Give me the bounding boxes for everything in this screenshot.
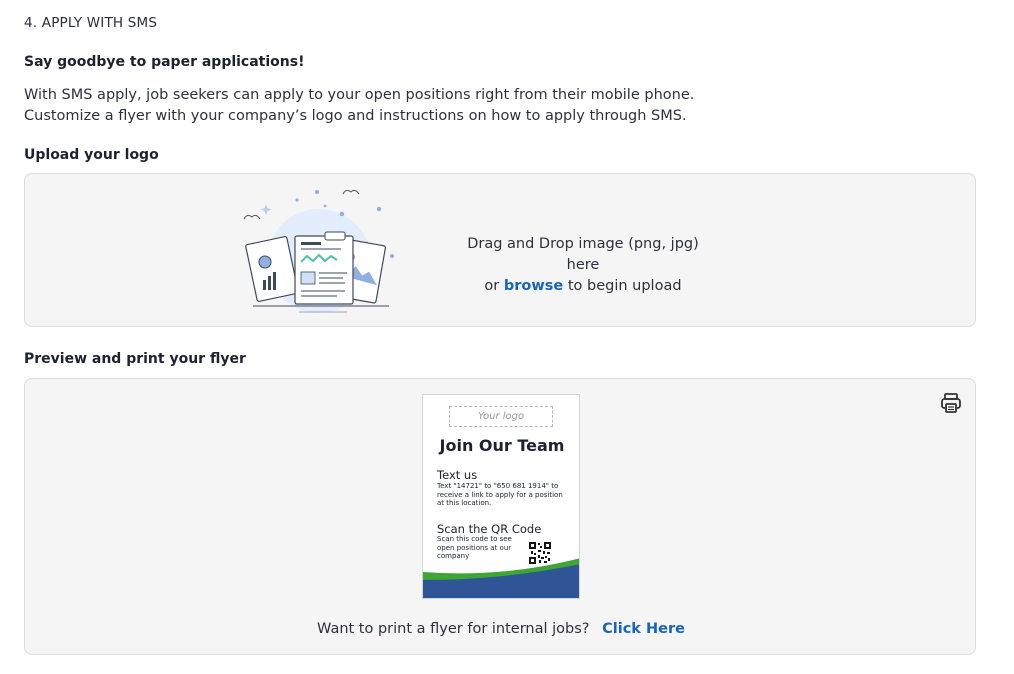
flyer-preview-panel: Your logo Join Our Team Text us Text "14… [24,378,976,655]
or-text: or [484,278,500,294]
internal-jobs-text: Want to print a flyer for internal jobs? [317,621,590,637]
preview-flyer-label: Preview and print your flyer [24,351,246,367]
drop-instructions: Drag and Drop image (png, jpg) here or b… [453,234,713,297]
upload-logo-label: Upload your logo [24,147,159,163]
drop-instructions-line-2: or browse to begin upload [453,276,713,297]
flyer-heading: Join Our Team [439,436,565,455]
text-us-heading: Text us [437,468,478,482]
upload-suffix: to begin upload [567,278,682,294]
section-title: 4. APPLY WITH SMS [24,15,158,31]
text-us-body: Text "14721" to "650 681 1914" to receiv… [437,482,563,507]
documents-illustration-icon [243,189,394,313]
tagline: Say goodbye to paper applications! [24,54,305,70]
browse-link[interactable]: browse [504,278,563,294]
logo-placeholder: Your logo [449,406,553,427]
internal-jobs-prompt: Want to print a flyer for internal jobs?… [25,621,977,637]
description: With SMS apply, job seekers can apply to… [24,85,694,127]
click-here-link[interactable]: Click Here [602,621,685,637]
description-line-2: Customize a flyer with your company’s lo… [24,108,687,124]
scan-qr-body: Scan this code to see open positions at … [437,535,512,560]
printer-icon[interactable] [939,391,963,415]
scan-qr-heading: Scan the QR Code [437,522,542,536]
description-line-1: With SMS apply, job seekers can apply to… [24,87,695,103]
flyer-preview: Your logo Join Our Team Text us Text "14… [422,394,580,599]
drop-instructions-line-1: Drag and Drop image (png, jpg) here [467,236,699,273]
flyer-footer-wave [423,558,579,598]
logo-dropzone[interactable]: Drag and Drop image (png, jpg) here or b… [24,173,976,327]
